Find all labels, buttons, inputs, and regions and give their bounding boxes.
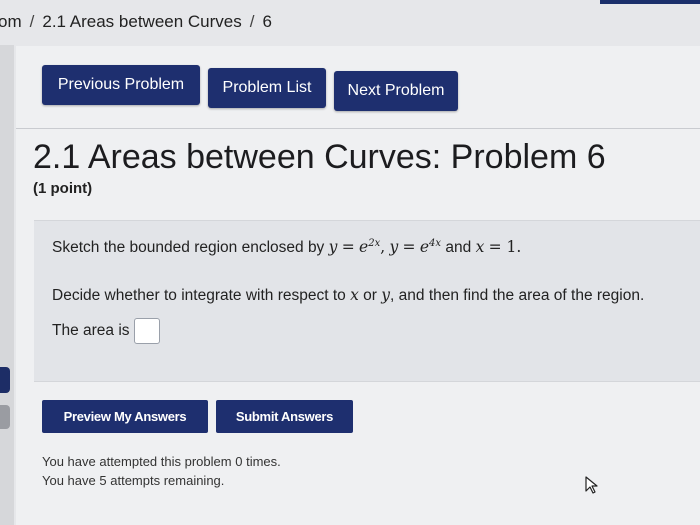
breadcrumb-problem: 6	[262, 12, 272, 31]
remaining-status: You have 5 attempts remaining.	[42, 473, 225, 488]
problem-statement-decide: Decide whether to integrate with respect…	[52, 286, 645, 304]
problem-statement-sketch: Sketch the bounded region enclosed by y …	[52, 238, 522, 257]
page-title: 2.1 Areas between Curves: Problem 6	[33, 138, 606, 176]
answer-label: The area is	[52, 322, 130, 340]
previous-problem-button[interactable]: Previous Problem	[42, 65, 200, 105]
breadcrumb: om / 2.1 Areas between Curves / 6	[0, 12, 272, 32]
problem-points: (1 point)	[33, 180, 93, 197]
attempts-status: You have attempted this problem 0 times.	[42, 454, 281, 469]
next-problem-button[interactable]: Next Problem	[334, 71, 458, 111]
problem-list-button[interactable]: Problem List	[208, 68, 326, 108]
answer-row: The area is	[52, 318, 160, 344]
mouse-pointer-icon	[585, 476, 598, 494]
sidebar-edge	[0, 45, 14, 525]
area-answer-input[interactable]	[133, 318, 160, 344]
top-accent-bar	[600, 0, 700, 4]
breadcrumb-set[interactable]: 2.1 Areas between Curves	[42, 12, 241, 31]
preview-answers-button[interactable]: Preview My Answers	[42, 400, 208, 433]
breadcrumb-separator: /	[29, 12, 35, 31]
breadcrumb-root[interactable]: om	[0, 12, 22, 31]
sidebar-active-marker[interactable]	[0, 367, 10, 393]
sidebar-marker[interactable]	[0, 405, 10, 429]
submit-answers-button[interactable]: Submit Answers	[216, 400, 353, 433]
divider	[16, 128, 700, 129]
breadcrumb-separator: /	[249, 12, 255, 31]
